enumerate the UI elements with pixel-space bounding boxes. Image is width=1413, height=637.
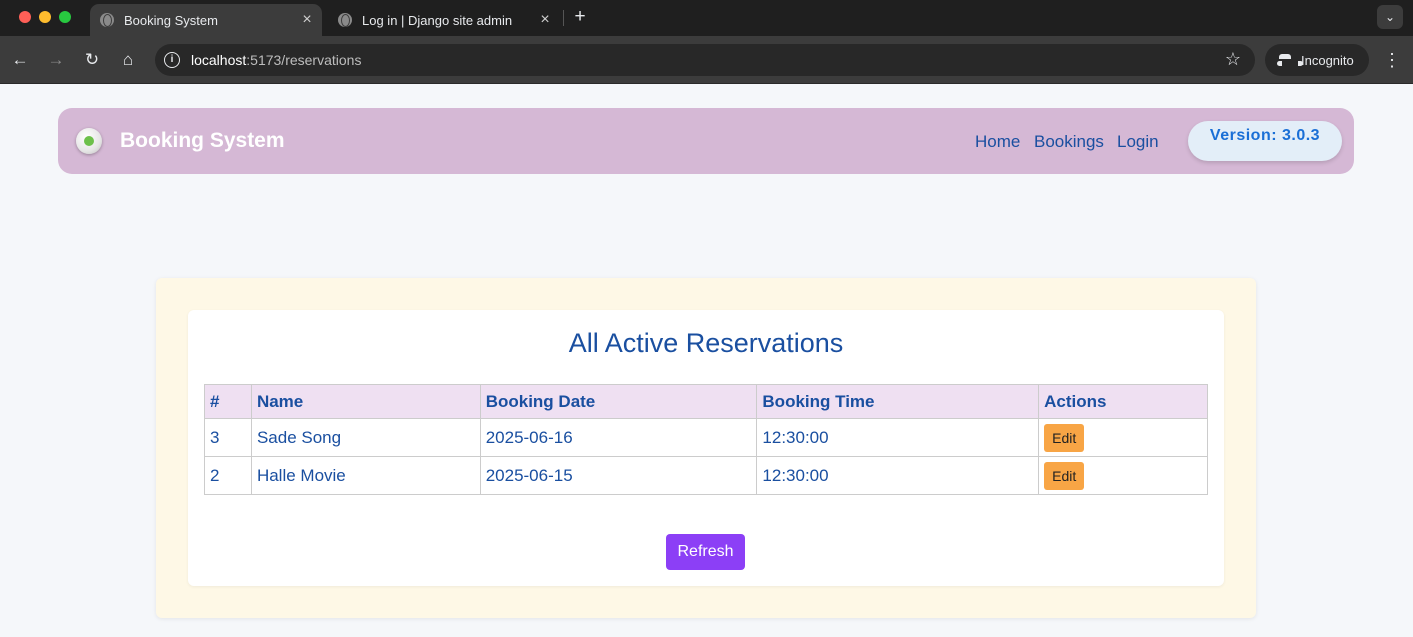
edit-button[interactable]: Edit	[1044, 423, 1085, 452]
url-path: :5173/reservations	[246, 52, 362, 68]
globe-icon	[100, 13, 114, 27]
nav-home-link[interactable]: Home	[975, 132, 1020, 152]
forward-arrow-icon[interactable]: →	[45, 49, 67, 71]
cell-name: Halle Movie	[250, 456, 481, 495]
site-info-icon[interactable]: i	[164, 52, 180, 68]
maximize-window-button[interactable]	[59, 11, 71, 23]
minimize-window-button[interactable]	[39, 11, 51, 23]
tab-title: Log in | Django site admin	[362, 12, 513, 28]
column-header-id: #	[204, 384, 252, 419]
browser-toolbar: ← → ↻ ⌂ i localhost:5173/reservations ☆ …	[0, 36, 1413, 84]
tab-title: Booking System	[124, 12, 218, 28]
incognito-indicator[interactable]: Incognito	[1265, 44, 1369, 76]
bookmark-star-icon[interactable]: ☆	[1225, 49, 1241, 70]
table-row: 2 Halle Movie 2025-06-15 12:30:00 Edit	[204, 456, 1208, 495]
close-tab-icon[interactable]: ×	[296, 11, 318, 29]
brand-title: Booking System	[120, 129, 285, 152]
cell-date: 2025-06-15	[479, 456, 758, 495]
close-tab-icon[interactable]: ×	[534, 11, 556, 29]
new-tab-button[interactable]: +	[570, 4, 590, 30]
logo-icon	[76, 128, 102, 154]
incognito-label: Incognito	[1301, 52, 1354, 68]
version-badge: Version: 3.0.3	[1188, 121, 1342, 161]
tab-django-admin[interactable]: Log in | Django site admin ×	[328, 4, 560, 36]
reservations-table: # Name Booking Date Booking Time Actions…	[204, 384, 1208, 495]
edit-button[interactable]: Edit	[1044, 461, 1085, 490]
close-window-button[interactable]	[19, 11, 31, 23]
page-title: All Active Reservations	[568, 328, 844, 358]
column-header-name: Name	[250, 384, 481, 419]
tab-separator	[563, 10, 564, 26]
cell-time: 12:30:00	[756, 418, 1040, 457]
reservations-container: All Active Reservations # Name Booking D…	[156, 278, 1256, 618]
cell-id: 3	[204, 418, 252, 457]
url-host: localhost	[191, 52, 247, 68]
table-header-row: # Name Booking Date Booking Time Actions	[204, 384, 1208, 419]
globe-icon	[338, 13, 352, 27]
app-header: Booking System Home Bookings Login Versi…	[58, 108, 1354, 174]
column-header-date: Booking Date	[479, 384, 758, 419]
tab-search-button[interactable]: ⌄	[1377, 5, 1403, 29]
back-arrow-icon[interactable]: ←	[9, 49, 31, 71]
column-header-time: Booking Time	[756, 384, 1040, 419]
url-text[interactable]: localhost:5173/reservations	[191, 52, 361, 68]
cell-date: 2025-06-16	[479, 418, 758, 457]
home-icon[interactable]: ⌂	[117, 49, 139, 71]
cell-name: Sade Song	[250, 418, 481, 457]
tab-booking-system[interactable]: Booking System ×	[90, 4, 322, 36]
cell-id: 2	[204, 456, 252, 495]
incognito-icon	[1277, 54, 1303, 66]
nav-login-link[interactable]: Login	[1117, 132, 1159, 152]
browser-tab-bar: Booking System × Log in | Django site ad…	[0, 0, 1413, 36]
column-header-actions: Actions	[1038, 384, 1208, 419]
reload-icon[interactable]: ↻	[81, 49, 103, 71]
nav-bookings-link[interactable]: Bookings	[1034, 132, 1104, 152]
cell-actions: Edit	[1038, 456, 1208, 495]
cell-time: 12:30:00	[756, 456, 1040, 495]
reservations-card: All Active Reservations # Name Booking D…	[188, 310, 1224, 586]
table-row: 3 Sade Song 2025-06-16 12:30:00 Edit	[204, 418, 1208, 457]
more-menu-icon[interactable]: ⋮	[1383, 48, 1401, 72]
cell-actions: Edit	[1038, 418, 1208, 457]
refresh-button[interactable]: Refresh	[666, 534, 745, 570]
address-bar[interactable]: i localhost:5173/reservations ☆	[155, 44, 1255, 76]
